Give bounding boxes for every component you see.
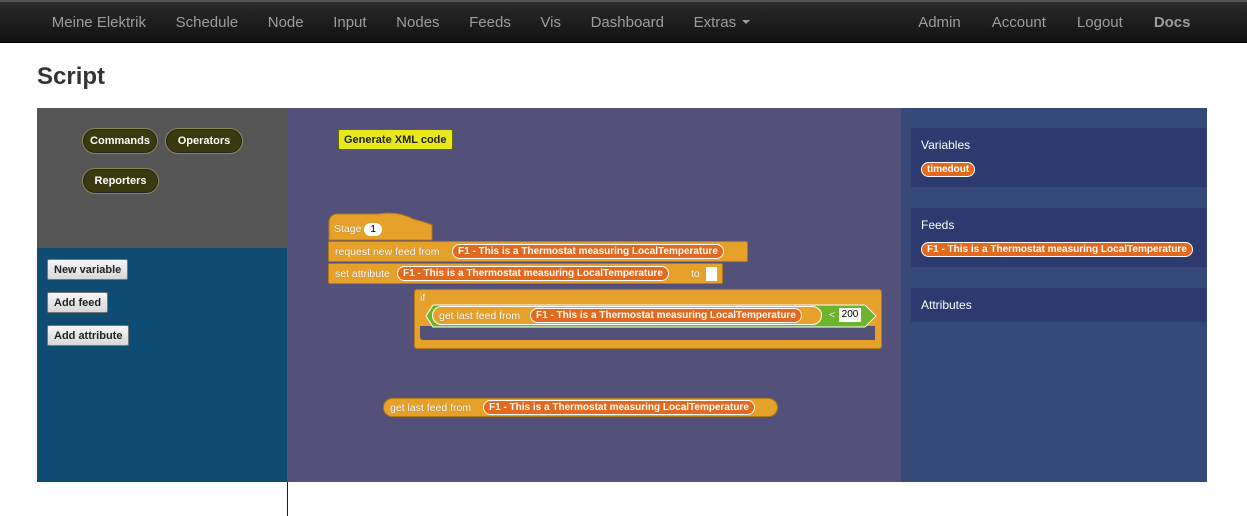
request-feed-pill[interactable]: F1 - This is a Thermostat measuring Loca… — [452, 244, 724, 259]
variables-heading: Variables — [921, 138, 971, 152]
loose-get-last-feed-label: get last feed from — [390, 402, 472, 414]
page-title: Script — [37, 63, 106, 90]
get-last-feed-reporter[interactable]: get last feed from F1 - This is a Thermo… — [432, 306, 822, 325]
nav-nodes[interactable]: Nodes — [381, 2, 454, 43]
feeds-section: Feeds F1 - This is a Thermostat measurin… — [911, 208, 1207, 267]
if-slot — [420, 326, 875, 340]
attributes-heading: Attributes — [921, 298, 972, 312]
variable-timedout[interactable]: timedout — [921, 162, 976, 177]
loose-get-last-feed-reporter[interactable]: get last feed from F1 - This is a Thermo… — [383, 398, 778, 417]
caret-down-icon — [742, 20, 751, 25]
nav-logout[interactable]: Logout — [1061, 2, 1138, 43]
nav-extras-dropdown[interactable]: Extras — [679, 2, 765, 43]
nav-brand[interactable]: Meine Elektrik — [37, 2, 161, 43]
palette-categories: Commands Operators Reporters — [37, 108, 287, 248]
request-feed-block[interactable]: request new feed from F1 - This is a The… — [328, 241, 748, 262]
attributes-section: Attributes — [911, 288, 1207, 322]
add-feed-button[interactable]: Add feed — [47, 292, 109, 313]
palette-blocks: New variable Add feed Add attribute — [37, 248, 287, 482]
right-panel: Variables timedout Feeds F1 - This is a … — [901, 108, 1207, 482]
script-canvas[interactable]: Generate XML code Stage 1 request new fe… — [287, 108, 901, 482]
generate-xml-button[interactable]: Generate XML code — [338, 129, 453, 150]
divider-line — [287, 482, 288, 516]
category-operators-button[interactable]: Operators — [165, 128, 243, 154]
nav-dashboard[interactable]: Dashboard — [576, 2, 679, 43]
feed-item[interactable]: F1 - This is a Thermostat measuring Loca… — [921, 242, 1193, 257]
stage-label-text: Stage — [334, 223, 362, 235]
new-variable-button[interactable]: New variable — [47, 259, 129, 280]
variables-section: Variables timedout — [911, 128, 1207, 187]
get-last-feed-label: get last feed from — [439, 310, 521, 322]
script-editor: Commands Operators Reporters New variabl… — [37, 108, 1207, 482]
if-label: if — [420, 292, 426, 304]
condition-feed-pill[interactable]: F1 - This is a Thermostat measuring Loca… — [530, 308, 802, 323]
nav-input[interactable]: Input — [318, 2, 381, 43]
request-feed-label: request new feed from — [335, 246, 440, 258]
less-than-operator: < — [829, 309, 836, 321]
nav-account[interactable]: Account — [976, 2, 1061, 43]
compare-value-input[interactable]: 200 — [839, 308, 861, 322]
nav-node[interactable]: Node — [253, 2, 318, 43]
category-reporters-button[interactable]: Reporters — [82, 168, 159, 194]
top-navbar: Meine Elektrik Schedule Node Input Nodes… — [0, 0, 1247, 43]
set-attribute-pill[interactable]: F1 - This is a Thermostat measuring Loca… — [397, 266, 669, 281]
to-label: to — [691, 268, 700, 280]
stage-number-input[interactable]: 1 — [364, 223, 382, 236]
stage-label: Stage 1 — [334, 223, 382, 236]
attribute-value-input[interactable] — [706, 267, 717, 281]
loose-feed-pill[interactable]: F1 - This is a Thermostat measuring Loca… — [483, 400, 755, 415]
nav-schedule[interactable]: Schedule — [161, 2, 253, 43]
nav-docs[interactable]: Docs — [1138, 2, 1206, 43]
nav-feeds[interactable]: Feeds — [454, 2, 525, 43]
set-attribute-label: set attribute — [335, 268, 390, 280]
nav-extras-label: Extras — [693, 14, 737, 31]
nav-vis[interactable]: Vis — [526, 2, 576, 43]
set-attribute-block[interactable]: set attribute F1 - This is a Thermostat … — [328, 263, 723, 284]
nav-admin[interactable]: Admin — [903, 2, 977, 43]
feeds-heading: Feeds — [921, 218, 955, 232]
category-commands-button[interactable]: Commands — [82, 128, 158, 154]
add-attribute-button[interactable]: Add attribute — [47, 325, 130, 346]
